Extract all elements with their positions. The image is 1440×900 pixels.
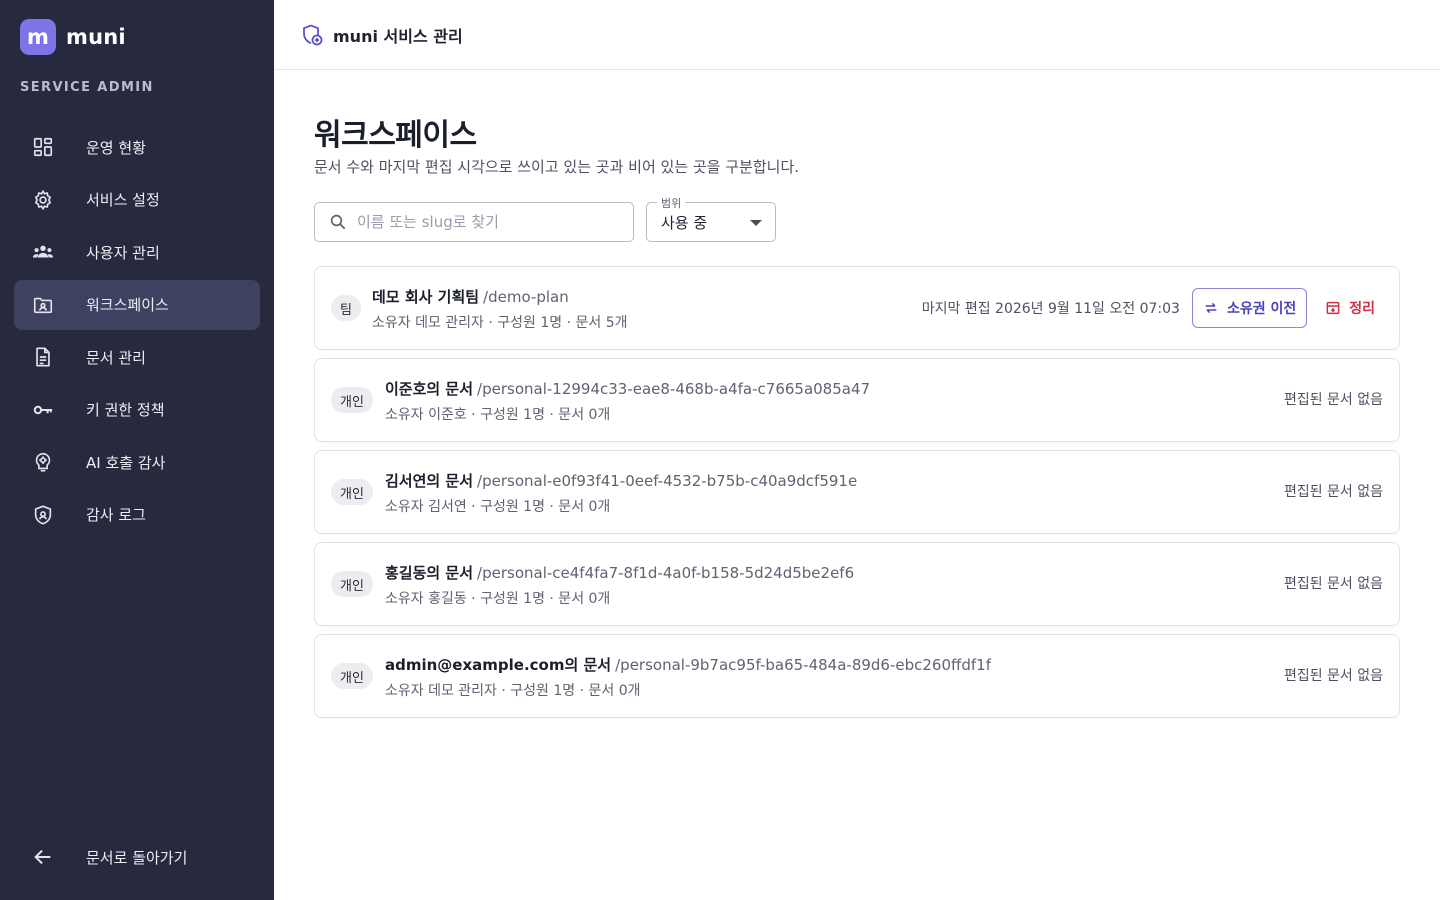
topbar: muni 서비스 관리 (274, 0, 1440, 70)
sidebar-item-service-settings[interactable]: 서비스 설정 (14, 175, 260, 225)
workspace-name[interactable]: 홍길동의 문서 (385, 564, 473, 582)
sidebar-item-label: 문서 관리 (86, 348, 146, 367)
gear-icon (28, 188, 58, 212)
sidebar-item-label: 사용자 관리 (86, 243, 160, 262)
workspace-type-badge: 개인 (331, 479, 373, 505)
admin-shield-icon (300, 23, 324, 47)
arrow-left-icon (28, 845, 58, 869)
workspace-list: 팀 데모 회사 기획팀/demo-plan 소유자 데모 관리자 · 구성원 1… (314, 266, 1400, 726)
scope-select[interactable]: 범위 사용 중 (646, 195, 776, 242)
workspace-meta: 소유자 데모 관리자 · 구성원 1명 · 문서 5개 (372, 315, 628, 331)
workspace-name[interactable]: 이준호의 문서 (385, 380, 473, 398)
back-to-documents: 문서로 돌아가기 (14, 832, 260, 885)
sidebar-item-user-management[interactable]: 사용자 관리 (14, 227, 260, 277)
workspace-card[interactable]: 개인 admin@example.com의 문서/personal-9b7ac9… (314, 634, 1400, 718)
transfer-ownership-button[interactable]: 소유권 이전 (1191, 288, 1308, 328)
sidebar-item-audit-log[interactable]: 감사 로그 (14, 490, 260, 540)
workspace-title: 홍길동의 문서/personal-ce4f4fa7-8f1d-4a0f-b158… (385, 562, 854, 583)
last-edit-time: 마지막 편집 2026년 9월 11일 오전 07:03 (921, 301, 1180, 317)
brand-subtitle: SERVICE ADMIN (20, 80, 154, 95)
workspace-status: 편집된 문서 없음 (1283, 576, 1383, 592)
sidebar-item-label: 운영 현황 (86, 138, 146, 157)
back-to-documents-link[interactable]: 문서로 돌아가기 (14, 832, 260, 882)
workspace-meta: 소유자 데모 관리자 · 구성원 1명 · 문서 0개 (385, 683, 641, 699)
workspace-meta: 소유자 김서연 · 구성원 1명 · 문서 0개 (385, 499, 611, 515)
cleanup-button[interactable]: 정리 (1315, 288, 1385, 328)
workspace-title: 김서연의 문서/personal-e0f93f41-0eef-4532-b75b… (385, 470, 857, 491)
sidebar-item-key-policy[interactable]: 키 권한 정책 (14, 385, 260, 435)
search-box[interactable] (314, 202, 634, 242)
scope-value: 사용 중 (661, 213, 708, 232)
sidebar-item-workspaces[interactable]: 워크스페이스 (14, 279, 260, 330)
key-icon (28, 398, 58, 422)
sidebar-item-label: 감사 로그 (86, 506, 146, 524)
workspace-card[interactable]: 팀 데모 회사 기획팀/demo-plan 소유자 데모 관리자 · 구성원 1… (314, 266, 1400, 350)
workspace-slug: /personal-12994c33-eae8-468b-a4fa-c7665a… (477, 380, 871, 398)
workspace-title: 데모 회사 기획팀/demo-plan (372, 286, 569, 307)
workspace-status: 편집된 문서 없음 (1283, 392, 1383, 408)
workspace-title: 이준호의 문서/personal-12994c33-eae8-468b-a4fa… (385, 378, 870, 399)
back-label: 문서로 돌아가기 (86, 848, 188, 867)
archive-icon (1326, 301, 1340, 315)
transfer-label: 소유권 이전 (1226, 301, 1297, 317)
sidebar-item-label: AI 호출 감사 (86, 453, 166, 472)
search-input[interactable] (357, 213, 617, 231)
sidebar-item-ai-audit[interactable]: AI 호출 감사 (14, 437, 260, 487)
caret-down-icon (750, 220, 762, 226)
users-icon (28, 240, 58, 264)
workspace-type-badge: 개인 (331, 387, 373, 413)
workspace-type-badge: 개인 (331, 663, 373, 689)
sidebar-item-label: 서비스 설정 (86, 191, 160, 209)
page-description: 문서 수와 마지막 편집 시각으로 쓰이고 있는 곳과 비어 있는 곳을 구분합… (314, 158, 800, 176)
workspace-slug: /personal-e0f93f41-0eef-4532-b75b-c40a9d… (477, 472, 858, 490)
sidebar: m muni SERVICE ADMIN 운영 현황 서비스 설정 사용자 관리 (0, 0, 274, 900)
folder-user-icon (28, 293, 58, 317)
brand-name: muni (66, 25, 126, 49)
workspace-slug: /personal-9b7ac95f-ba65-484a-89d6-ebc260… (615, 656, 991, 674)
workspace-card[interactable]: 개인 김서연의 문서/personal-e0f93f41-0eef-4532-b… (314, 450, 1400, 534)
workspace-actions: 마지막 편집 2026년 9월 11일 오전 07:03 소유권 이전 정리 (922, 288, 1385, 328)
workspace-type-badge: 개인 (331, 571, 373, 597)
shield-icon (28, 503, 58, 527)
dashboard-icon (28, 135, 58, 159)
document-icon (28, 345, 58, 369)
sidebar-item-dashboard[interactable]: 운영 현황 (14, 122, 260, 172)
workspace-status: 편집된 문서 없음 (1283, 668, 1383, 684)
sidebar-item-document-management[interactable]: 문서 관리 (14, 332, 260, 382)
workspace-type-badge: 팀 (331, 295, 361, 321)
workspace-card[interactable]: 개인 홍길동의 문서/personal-ce4f4fa7-8f1d-4a0f-b… (314, 542, 1400, 626)
sidebar-item-label: 워크스페이스 (86, 296, 169, 314)
ai-brain-icon (28, 450, 58, 474)
brand-logo: m (20, 19, 56, 55)
workspace-meta: 소유자 이준호 · 구성원 1명 · 문서 0개 (385, 407, 611, 423)
search-icon (329, 213, 347, 231)
workspace-name[interactable]: 데모 회사 기획팀 (372, 288, 479, 306)
workspace-name[interactable]: admin@example.com의 문서 (385, 656, 611, 674)
sidebar-item-label: 키 권한 정책 (86, 401, 165, 419)
workspace-card[interactable]: 개인 이준호의 문서/personal-12994c33-eae8-468b-a… (314, 358, 1400, 442)
workspace-slug: /demo-plan (483, 288, 569, 306)
transfer-icon (1205, 302, 1217, 314)
brand[interactable]: m muni (20, 19, 126, 55)
workspace-name[interactable]: 김서연의 문서 (385, 472, 473, 490)
workspace-status: 편집된 문서 없음 (1283, 484, 1383, 500)
workspace-slug: /personal-ce4f4fa7-8f1d-4a0f-b158-5d24d5… (477, 564, 855, 582)
scope-label: 범위 (657, 195, 686, 211)
cleanup-label: 정리 (1349, 301, 1375, 317)
topbar-title: muni 서비스 관리 (333, 26, 463, 46)
sidebar-nav: 운영 현황 서비스 설정 사용자 관리 워크스페이스 문서 관리 키 권한 정책… (14, 122, 260, 542)
page-title: 워크스페이스 (314, 118, 477, 153)
workspace-meta: 소유자 홍길동 · 구성원 1명 · 문서 0개 (385, 591, 611, 607)
workspace-title: admin@example.com의 문서/personal-9b7ac95f-… (385, 654, 991, 675)
